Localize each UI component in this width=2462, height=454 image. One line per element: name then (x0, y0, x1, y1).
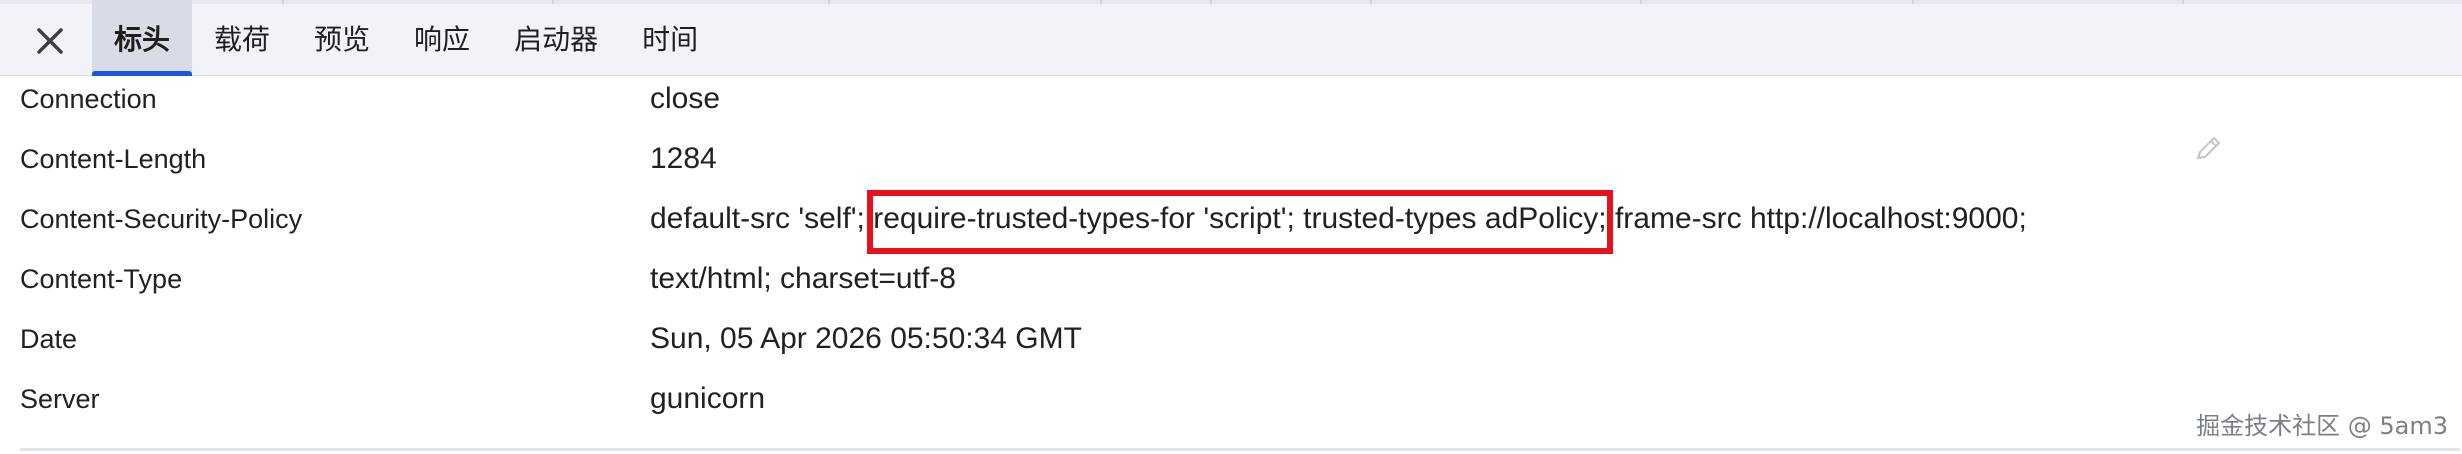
response-headers-list: Connection close Content-Length 1284 Con… (0, 76, 2462, 436)
tab-list: 标头 载荷 预览 响应 启动器 时间 (92, 0, 720, 76)
header-value: 1284 (650, 142, 717, 175)
close-panel-button[interactable] (22, 16, 78, 66)
header-value: Sun, 05 Apr 2026 05:50:34 GMT (650, 322, 1082, 355)
header-row-date: Date Sun, 05 Apr 2026 05:50:34 GMT (0, 316, 2462, 376)
csp-highlighted-directive: require-trusted-types-for 'script'; trus… (867, 190, 1614, 254)
header-row-content-type: Content-Type text/html; charset=utf-8 (0, 256, 2462, 316)
tab-timing[interactable]: 时间 (620, 0, 720, 76)
divider (20, 448, 2460, 451)
tab-payload[interactable]: 载荷 (192, 0, 292, 76)
tab-initiator[interactable]: 启动器 (492, 0, 620, 76)
tab-preview[interactable]: 预览 (292, 0, 392, 76)
tab-response[interactable]: 响应 (392, 0, 492, 76)
header-name: Content-Type (20, 264, 183, 294)
header-value: gunicorn (650, 382, 766, 415)
header-row-server: Server gunicorn (0, 376, 2462, 436)
header-row-content-security-policy: Content-Security-Policy default-src 'sel… (0, 190, 2462, 256)
tab-headers[interactable]: 标头 (92, 0, 193, 76)
header-name: Date (20, 324, 78, 354)
csp-value-after: frame-src http://localhost:9000; (1614, 202, 2027, 235)
header-row-content-length: Content-Length 1284 (0, 136, 2462, 196)
header-name: Server (20, 384, 100, 414)
header-name: Content-Length (20, 144, 207, 174)
close-icon (37, 28, 63, 54)
edit-icon[interactable] (2190, 131, 2226, 167)
selected-marker (1100, 0, 1102, 4)
header-row-connection: Connection close (0, 76, 2462, 136)
header-value: text/html; charset=utf-8 (650, 262, 956, 295)
csp-value-before: default-src 'self'; (650, 202, 865, 235)
header-value: close (650, 82, 721, 115)
header-name: Connection (20, 84, 157, 114)
tab-bar: 标头 载荷 预览 响应 启动器 时间 (0, 0, 2462, 76)
watermark: 掘金技术社区 @ 5am3 (2196, 412, 2448, 440)
header-name: Content-Security-Policy (20, 204, 303, 234)
header-value: default-src 'self'; require-trusted-type… (650, 190, 2027, 256)
